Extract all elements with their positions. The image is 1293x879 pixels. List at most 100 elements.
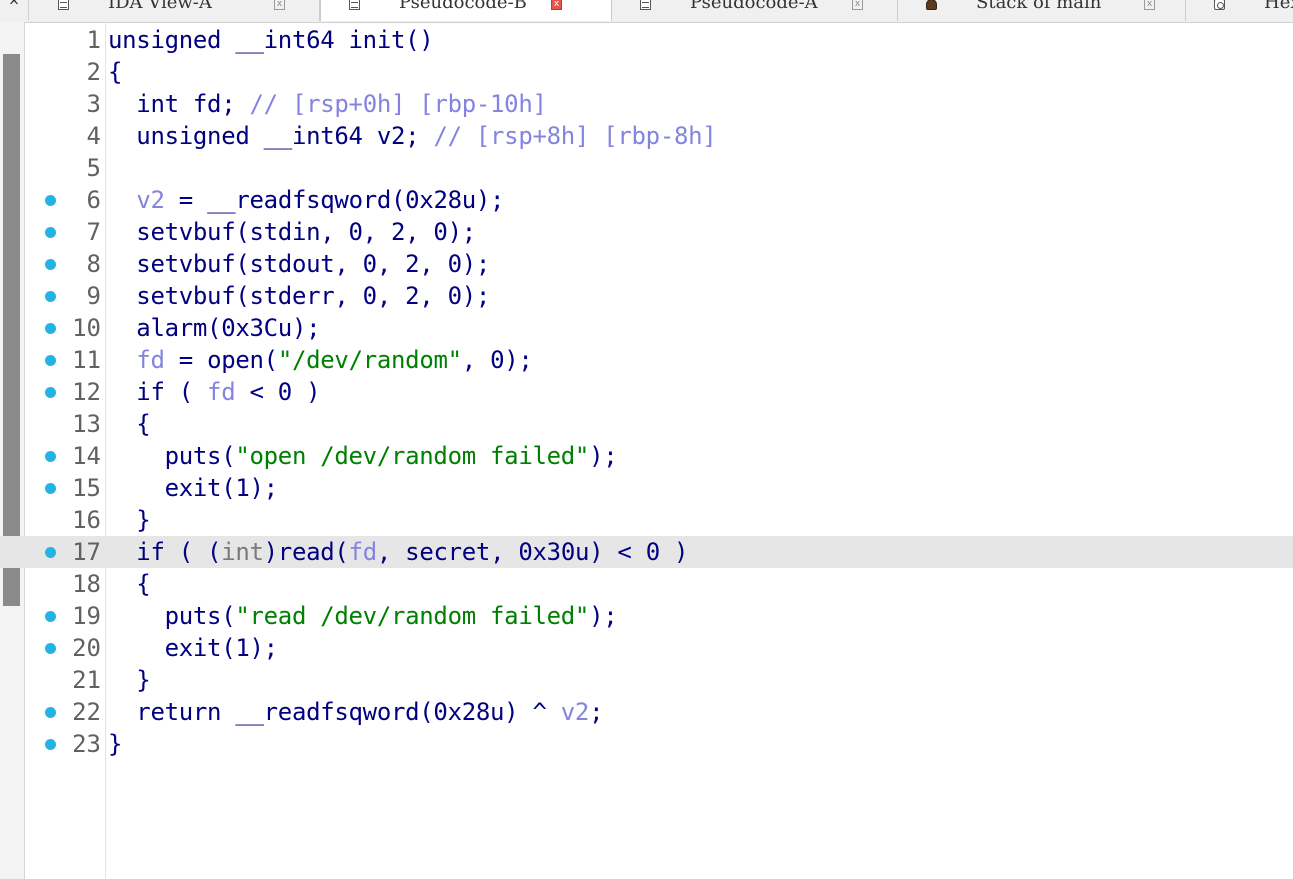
code-text[interactable]: setvbuf(stderr, 0, 2, 0); [108, 280, 490, 312]
code-line[interactable]: 2{ [0, 56, 1293, 88]
code-line[interactable]: 10 alarm(0x3Cu); [0, 312, 1293, 344]
code-token[interactable]: unsigned __int64 init() [108, 26, 434, 54]
code-line[interactable]: 13 { [0, 408, 1293, 440]
code-line[interactable]: 11 fd = open("/dev/random", 0); [0, 344, 1293, 376]
code-text[interactable]: if ( fd < 0 ) [108, 376, 320, 408]
code-text[interactable]: } [108, 728, 122, 760]
code-token[interactable]: , secret, 0x30u) < 0 ) [377, 538, 689, 566]
code-line[interactable]: 19 puts("read /dev/random failed"); [0, 600, 1293, 632]
breakpoint-dot-icon[interactable] [45, 291, 56, 302]
code-token[interactable]: v2 [136, 186, 165, 214]
breakpoint-dot-icon[interactable] [45, 739, 56, 750]
close-icon[interactable]: x [1144, 0, 1155, 10]
code-text[interactable]: setvbuf(stdout, 0, 2, 0); [108, 248, 490, 280]
code-token[interactable]: // [rsp+0h] [rbp-10h] [250, 90, 547, 118]
code-token[interactable]: unsigned __int64 v2; [108, 122, 433, 150]
breakpoint-dot-icon[interactable] [45, 611, 56, 622]
code-line[interactable]: 21 } [0, 664, 1293, 696]
code-token[interactable] [108, 186, 136, 214]
code-token[interactable]: fd [207, 378, 236, 406]
code-text[interactable]: { [108, 56, 122, 88]
tab-pseudocode-a[interactable]: Pseudocode-A x [612, 0, 898, 21]
code-text[interactable]: unsigned __int64 init() [108, 24, 434, 56]
code-text[interactable]: if ( (int)read(fd, secret, 0x30u) < 0 ) [108, 536, 688, 568]
code-token[interactable]: puts( [108, 602, 236, 630]
code-text[interactable]: exit(1); [108, 632, 279, 664]
code-line[interactable]: 7 setvbuf(stdin, 0, 2, 0); [0, 216, 1293, 248]
code-line[interactable]: 15 exit(1); [0, 472, 1293, 504]
breakpoint-dot-icon[interactable] [45, 643, 56, 654]
code-token[interactable]: = open( [165, 346, 278, 374]
code-line[interactable]: 3 int fd; // [rsp+0h] [rbp-10h] [0, 88, 1293, 120]
code-text[interactable]: int fd; // [rsp+0h] [rbp-10h] [108, 88, 547, 120]
tab-ida-view-a[interactable]: IDA View-A x [30, 0, 320, 21]
code-line[interactable]: 4 unsigned __int64 v2; // [rsp+8h] [rbp-… [0, 120, 1293, 152]
code-token[interactable]: { [108, 570, 150, 598]
breakpoint-dot-icon[interactable] [45, 547, 56, 558]
code-text[interactable]: } [108, 504, 150, 536]
code-token[interactable]: } [108, 506, 150, 534]
code-token[interactable]: v2 [561, 698, 590, 726]
code-line[interactable]: 16 } [0, 504, 1293, 536]
code-text[interactable]: setvbuf(stdin, 0, 2, 0); [108, 216, 476, 248]
code-line[interactable]: 5 [0, 152, 1293, 184]
code-text[interactable]: { [108, 568, 150, 600]
code-text[interactable]: alarm(0x3Cu); [108, 312, 320, 344]
code-token[interactable]: { [108, 410, 150, 438]
code-token[interactable]: { [108, 58, 122, 86]
code-token[interactable]: setvbuf(stdin, 0, 2, 0); [108, 218, 476, 246]
breakpoint-dot-icon[interactable] [45, 387, 56, 398]
code-token[interactable]: "/dev/random" [278, 346, 462, 374]
tab-pseudocode-b[interactable]: Pseudocode-B x [320, 0, 612, 21]
code-token[interactable]: ; [589, 698, 603, 726]
code-token[interactable]: < 0 ) [235, 378, 321, 406]
code-token[interactable]: ); [589, 442, 618, 470]
code-token[interactable]: alarm(0x3Cu); [108, 314, 320, 342]
code-token[interactable]: ); [589, 602, 618, 630]
code-text[interactable]: puts("read /dev/random failed"); [108, 600, 618, 632]
code-line[interactable]: 14 puts("open /dev/random failed"); [0, 440, 1293, 472]
breakpoint-dot-icon[interactable] [45, 451, 56, 462]
close-icon[interactable]: x [551, 0, 562, 10]
code-text[interactable]: exit(1); [108, 472, 279, 504]
code-token[interactable]: int fd; [108, 90, 250, 118]
code-token[interactable]: setvbuf(stderr, 0, 2, 0); [108, 282, 490, 310]
code-token[interactable]: exit(1); [108, 474, 279, 502]
breakpoint-dot-icon[interactable] [45, 355, 56, 366]
breakpoint-dot-icon[interactable] [45, 483, 56, 494]
code-token[interactable]: exit(1); [108, 634, 279, 662]
code-text[interactable]: return __readfsqword(0x28u) ^ v2; [108, 696, 603, 728]
code-token[interactable]: , 0); [462, 346, 533, 374]
code-line[interactable]: 6 v2 = __readfsqword(0x28u); [0, 184, 1293, 216]
code-text[interactable]: } [108, 664, 150, 696]
close-icon[interactable]: x [274, 0, 285, 10]
close-icon[interactable]: x [852, 0, 863, 10]
breakpoint-dot-icon[interactable] [45, 195, 56, 206]
code-token[interactable]: puts( [108, 442, 236, 470]
code-line[interactable]: 23} [0, 728, 1293, 760]
breakpoint-dot-icon[interactable] [45, 707, 56, 718]
code-token[interactable]: if ( ( [108, 538, 221, 566]
code-text[interactable]: v2 = __readfsqword(0x28u); [108, 184, 504, 216]
collapse-chevron-icon[interactable]: ^ [0, 0, 29, 20]
code-token[interactable]: = __readfsqword(0x28u); [165, 186, 505, 214]
current-code-line[interactable]: 17 if ( (int)read(fd, secret, 0x30u) < 0… [0, 536, 1293, 568]
code-token[interactable]: fd [136, 346, 165, 374]
code-token[interactable]: "read /dev/random failed" [235, 602, 589, 630]
tab-stack-of-main[interactable]: Stack of main x [898, 0, 1186, 21]
code-line[interactable]: 22 return __readfsqword(0x28u) ^ v2; [0, 696, 1293, 728]
code-token[interactable]: int [221, 538, 264, 566]
code-token[interactable]: return __readfsqword(0x28u) ^ [108, 698, 561, 726]
code-text[interactable]: fd = open("/dev/random", 0); [108, 344, 533, 376]
code-token[interactable]: setvbuf(stdout, 0, 2, 0); [108, 250, 490, 278]
code-text[interactable]: unsigned __int64 v2; // [rsp+8h] [rbp-8h… [108, 120, 716, 152]
code-text[interactable]: puts("open /dev/random failed"); [108, 440, 618, 472]
breakpoint-dot-icon[interactable] [45, 323, 56, 334]
code-token[interactable]: if ( [108, 378, 207, 406]
code-line[interactable]: 20 exit(1); [0, 632, 1293, 664]
breakpoint-dot-icon[interactable] [45, 259, 56, 270]
code-line[interactable]: 18 { [0, 568, 1293, 600]
tab-hex[interactable]: Hex [1186, 0, 1293, 21]
code-token[interactable] [108, 346, 136, 374]
code-token[interactable]: } [108, 666, 150, 694]
